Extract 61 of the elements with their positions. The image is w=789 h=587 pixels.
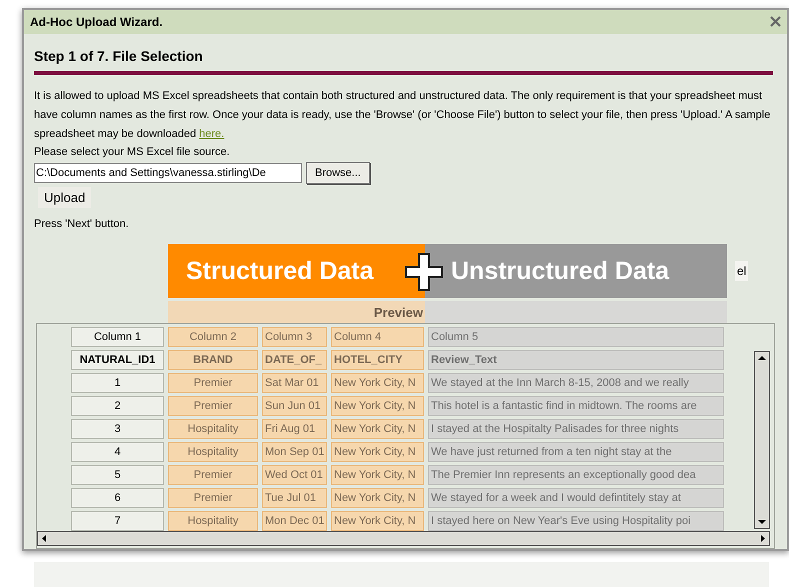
table-cell: New York City, N: [331, 373, 424, 394]
table-cell: 7: [71, 511, 164, 532]
table-cell: We stayed for a week and I would defintitely stay at: [428, 488, 724, 508]
close-icon[interactable]: [770, 16, 781, 28]
column-header: Column 4: [331, 327, 424, 348]
table-cell: 2: [71, 396, 164, 416]
window-title: Ad-Hoc Upload Wizard.: [30, 14, 163, 31]
table-cell: Premier: [168, 396, 258, 416]
column-header: Column 5: [428, 327, 724, 348]
table-cell: Sun Jun 01: [262, 396, 327, 416]
table-cell: Premier: [168, 373, 258, 394]
table-cell: Mon Sep 01: [262, 442, 327, 462]
table-cell: New York City, N: [331, 465, 424, 486]
field-name-cell: HOTEL_CITY: [331, 350, 424, 370]
next-hint: Press 'Next' button.: [34, 216, 130, 232]
table-cell: Tue Jul 01: [262, 488, 327, 508]
table-cell: 3: [71, 419, 164, 440]
field-name-cell: Review_Text: [428, 350, 724, 370]
table-cell: We stayed at the Inn March 8-15, 2008 and we really: [428, 373, 724, 394]
upload-button[interactable]: Upload: [38, 186, 92, 208]
table-cell: 6: [71, 488, 164, 508]
vertical-scrollbar[interactable]: [754, 351, 770, 530]
table-cell: New York City, N: [331, 419, 424, 440]
table-cell: Mon Dec 01: [262, 511, 327, 532]
table-cell: 4: [71, 442, 164, 462]
table-cell: Wed Oct 01: [262, 465, 327, 486]
file-path-field[interactable]: C:\Documents and Settings\vanessa.stirling\De: [34, 162, 302, 183]
table-cell: Hospitality: [168, 442, 258, 462]
field-name-cell: BRAND: [168, 350, 258, 370]
field-name-cell: DATE_OF_: [262, 350, 327, 370]
table-cell: We have just returned from a ten night stay at the: [428, 442, 724, 462]
table-cell: New York City, N: [331, 511, 424, 532]
intro-paragraph: It is allowed to upload MS Excel spreadsheets that contain both structured and unstructured data. The only requirement is that your spreadsheet must have column names as the first row. Once your data is ready, use the 'Browse' (or 'Choose File') button to select your file, then press 'Upload.' A sample spreadsheet may be downloaded here.: [34, 88, 772, 142]
table-cell: The Premier Inn represents an exceptionally good dea: [428, 465, 724, 486]
unstructured-data-banner: Unstructured Data: [425, 244, 727, 298]
table-cell: Hospitality: [168, 419, 258, 440]
file-prompt: Please select your MS Excel file source.: [34, 144, 231, 160]
cancel-button[interactable]: el: [735, 261, 748, 282]
column-header: Column 3: [262, 327, 327, 348]
table-cell: 1: [71, 373, 164, 394]
table-cell: New York City, N: [331, 442, 424, 462]
table-cell: Fri Aug 01: [262, 419, 327, 440]
column-header: Column 1: [71, 327, 164, 348]
table-cell: Sat Mar 01: [262, 373, 327, 394]
table-cell: I stayed at the Hospitalty Palisades for three nights: [428, 419, 724, 440]
table-cell: 5: [71, 465, 164, 486]
column-header: Column 2: [168, 327, 258, 348]
plus-icon: [404, 252, 444, 292]
step-title: Step 1 of 7. File Selection: [34, 46, 204, 66]
table-cell: Premier: [168, 465, 258, 486]
structured-data-banner: Structured Data: [168, 244, 425, 298]
browse-button[interactable]: Browse...: [306, 162, 370, 184]
table-cell: New York City, N: [331, 488, 424, 508]
table-cell: Premier: [168, 488, 258, 508]
field-name-cell: NATURAL_ID1: [71, 350, 164, 370]
table-cell: New York City, N: [331, 396, 424, 416]
table-cell: Hospitality: [168, 511, 258, 532]
table-cell: I stayed here on New Year's Eve using Hospitality poi: [428, 511, 724, 532]
horizontal-scrollbar[interactable]: [37, 531, 770, 546]
preview-title: Preview: [168, 301, 425, 324]
table-cell: This hotel is a fantastic find in midtown. The rooms are: [428, 396, 724, 416]
